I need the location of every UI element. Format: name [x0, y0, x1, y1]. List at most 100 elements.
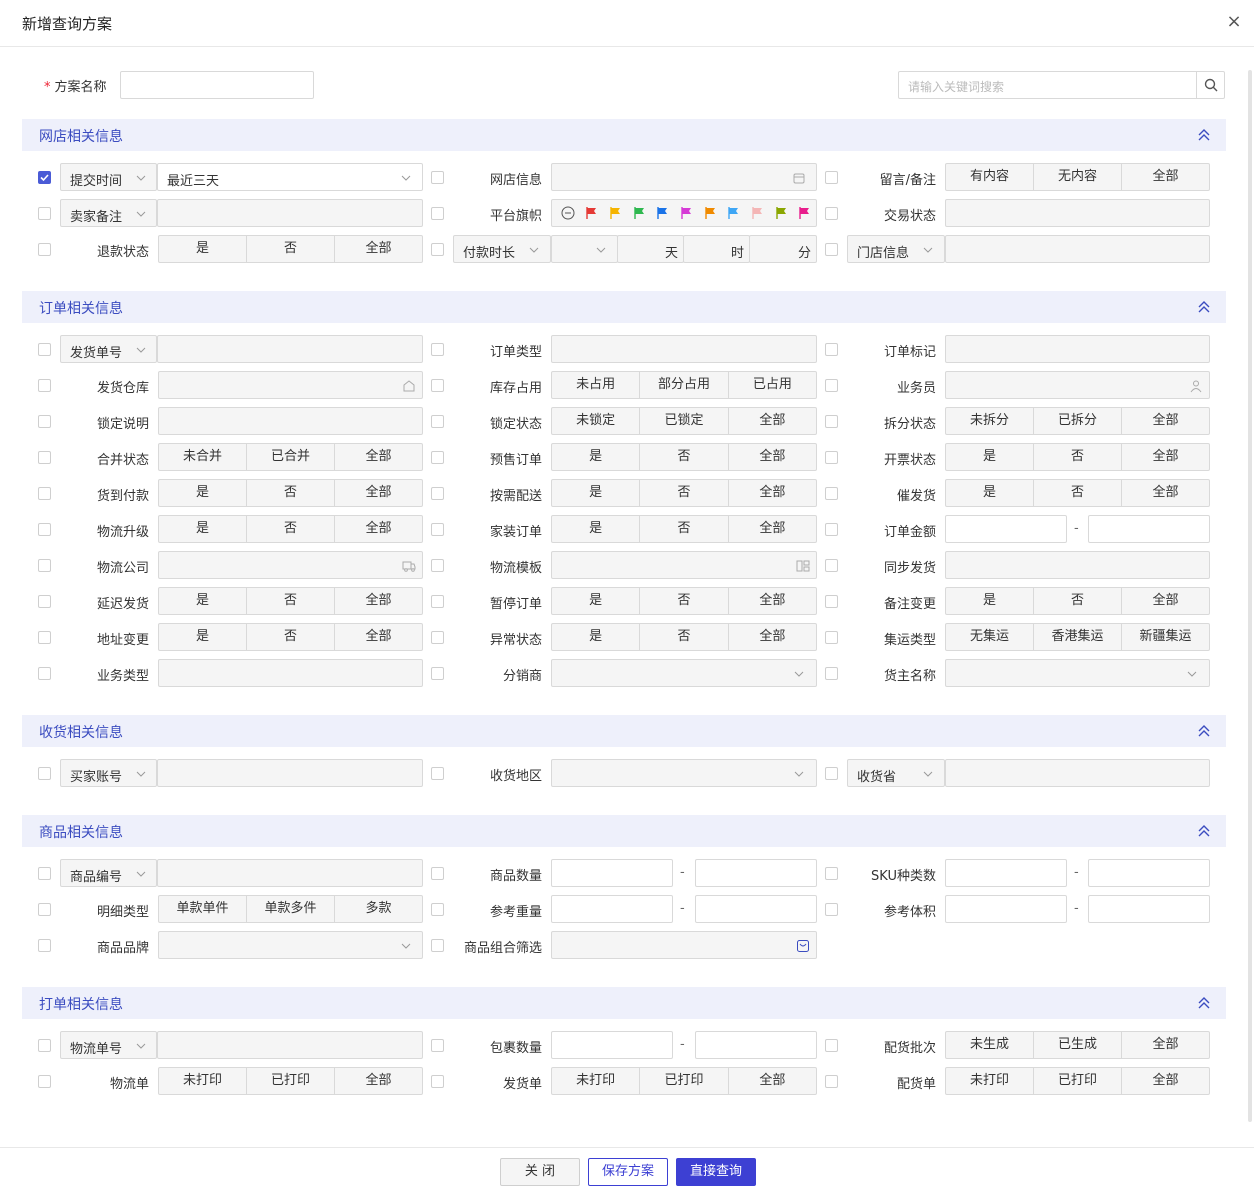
- option[interactable]: 全部: [1121, 407, 1210, 435]
- checkbox-salesman[interactable]: [825, 379, 838, 392]
- option[interactable]: 全部: [334, 443, 423, 471]
- checkbox-detail-type[interactable]: [38, 903, 51, 916]
- option[interactable]: 未打印: [945, 1067, 1034, 1095]
- pay-days-input[interactable]: 天: [617, 235, 684, 263]
- seller-note-input[interactable]: [157, 199, 423, 227]
- option[interactable]: 是: [158, 587, 247, 615]
- option[interactable]: 已合并: [246, 443, 335, 471]
- owner-select[interactable]: [945, 659, 1210, 687]
- option[interactable]: 否: [246, 515, 335, 543]
- ship-no-input[interactable]: [157, 335, 423, 363]
- amount-min[interactable]: [945, 515, 1067, 543]
- goods-qty-max[interactable]: [695, 859, 817, 887]
- biz-type-field[interactable]: [158, 659, 423, 687]
- lock-desc-field[interactable]: [158, 407, 423, 435]
- weight-max[interactable]: [695, 895, 817, 923]
- option[interactable]: 否: [1033, 479, 1122, 507]
- weight-min[interactable]: [551, 895, 673, 923]
- checkbox-amount[interactable]: [825, 523, 838, 536]
- option[interactable]: 全部: [727, 407, 817, 435]
- flag-icon[interactable]: [580, 205, 604, 221]
- save-scheme-button[interactable]: 保存方案: [588, 1158, 668, 1186]
- option[interactable]: 全部: [727, 1067, 817, 1095]
- shop-info-field[interactable]: [551, 163, 817, 191]
- checkbox-seller-note[interactable]: [38, 207, 51, 220]
- goods-code-select[interactable]: 商品编号: [60, 859, 157, 887]
- checkbox-biz-type[interactable]: [38, 667, 51, 680]
- search-button[interactable]: [1196, 72, 1224, 98]
- volume-max[interactable]: [1088, 895, 1210, 923]
- option[interactable]: 新疆集运: [1121, 623, 1210, 651]
- volume-min[interactable]: [945, 895, 1067, 923]
- checkbox-upgrade[interactable]: [38, 523, 51, 536]
- option[interactable]: 已锁定: [639, 407, 729, 435]
- pay-hours-input[interactable]: 时: [683, 235, 750, 263]
- option[interactable]: 是: [158, 479, 247, 507]
- option[interactable]: 全部: [1121, 587, 1210, 615]
- checkbox-order-mark[interactable]: [825, 343, 838, 356]
- checkbox-pause[interactable]: [431, 595, 444, 608]
- checkbox-lock[interactable]: [431, 415, 444, 428]
- checkbox-goods-code[interactable]: [38, 867, 51, 880]
- option[interactable]: 有内容: [945, 163, 1034, 191]
- option[interactable]: 多款: [334, 895, 423, 923]
- option[interactable]: 是: [551, 443, 641, 471]
- option[interactable]: 全部: [1121, 163, 1210, 191]
- checkbox-invoice[interactable]: [825, 451, 838, 464]
- checkbox-lock-desc[interactable]: [38, 415, 51, 428]
- flag-icon[interactable]: [792, 205, 816, 221]
- section-shop[interactable]: 网店相关信息: [22, 119, 1226, 151]
- flag-icon[interactable]: [745, 205, 769, 221]
- checkbox-presale[interactable]: [431, 451, 444, 464]
- option[interactable]: 未打印: [551, 1067, 641, 1095]
- seller-note-select[interactable]: 卖家备注: [60, 199, 157, 227]
- option[interactable]: 全部: [334, 479, 423, 507]
- flag-icon[interactable]: [603, 205, 627, 221]
- option[interactable]: 已打印: [246, 1067, 335, 1095]
- option[interactable]: 否: [246, 587, 335, 615]
- store-input[interactable]: [945, 235, 1210, 263]
- checkbox-logistics-template[interactable]: [431, 559, 444, 572]
- option[interactable]: 全部: [727, 479, 817, 507]
- option[interactable]: 未合并: [158, 443, 247, 471]
- warehouse-field[interactable]: [158, 371, 423, 399]
- option[interactable]: 已打印: [639, 1067, 729, 1095]
- buyer-account-input[interactable]: [157, 759, 423, 787]
- option[interactable]: 是: [551, 479, 641, 507]
- checkbox-weight[interactable]: [431, 903, 444, 916]
- option[interactable]: 是: [551, 587, 641, 615]
- option[interactable]: 是: [158, 623, 247, 651]
- option[interactable]: 否: [1033, 587, 1122, 615]
- trade-status-field[interactable]: [945, 199, 1210, 227]
- distributor-select[interactable]: [551, 659, 817, 687]
- option[interactable]: 部分占用: [639, 371, 729, 399]
- scrollbar[interactable]: [1248, 70, 1252, 1122]
- checkbox-addr-change[interactable]: [38, 631, 51, 644]
- checkbox-store[interactable]: [825, 243, 838, 256]
- option[interactable]: 未锁定: [551, 407, 641, 435]
- order-mark-field[interactable]: [945, 335, 1210, 363]
- checkbox-note-change[interactable]: [825, 595, 838, 608]
- checkbox-warehouse[interactable]: [38, 379, 51, 392]
- option[interactable]: 是: [158, 235, 247, 263]
- option[interactable]: 是: [945, 479, 1034, 507]
- section-goods[interactable]: 商品相关信息: [22, 815, 1226, 847]
- option[interactable]: 否: [246, 235, 335, 263]
- checkbox-pay-time[interactable]: [431, 243, 444, 256]
- section-print[interactable]: 打单相关信息: [22, 987, 1226, 1019]
- checkbox-cod[interactable]: [38, 487, 51, 500]
- option[interactable]: 无集运: [945, 623, 1034, 651]
- collapse-icon[interactable]: [1196, 299, 1212, 315]
- pkg-qty-min[interactable]: [551, 1031, 673, 1059]
- store-select[interactable]: 门店信息: [847, 235, 945, 263]
- no-flag-icon[interactable]: [556, 205, 580, 221]
- flag-icon[interactable]: [769, 205, 793, 221]
- checkbox-ship-no[interactable]: [38, 343, 51, 356]
- direct-query-button[interactable]: 直接查询: [676, 1158, 756, 1186]
- checkbox-pkg-qty[interactable]: [431, 1039, 444, 1052]
- checkbox-remark[interactable]: [825, 171, 838, 184]
- checkbox-delay[interactable]: [38, 595, 51, 608]
- sku-kinds-min[interactable]: [945, 859, 1067, 887]
- option[interactable]: 全部: [727, 443, 817, 471]
- checkbox-province[interactable]: [825, 767, 838, 780]
